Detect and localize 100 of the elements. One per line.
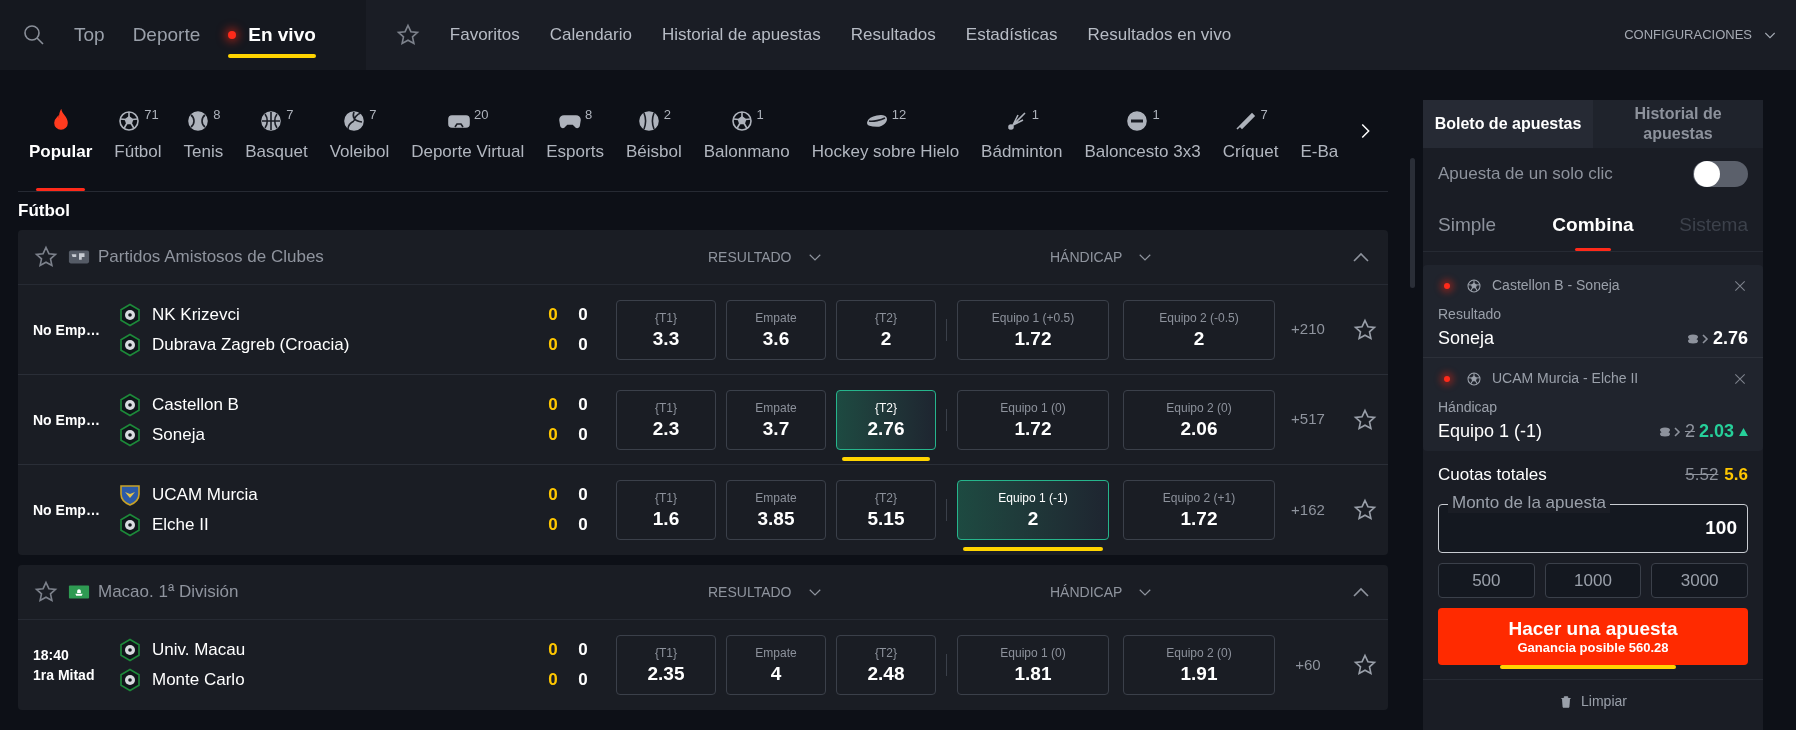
bet-type-label[interactable]: Combina <box>1552 211 1634 240</box>
odds-label: Equipo 2 (0) <box>1166 399 1232 417</box>
odds-label: {T1} <box>655 309 677 327</box>
odds-label: Empate <box>755 309 797 327</box>
market-dropdown[interactable]: HÁNDICAP <box>1050 246 1123 268</box>
quick-stake-button[interactable]: 1000 <box>1544 563 1642 598</box>
place-bet-button[interactable]: Hacer una apuesta Ganancia posible 560.28 <box>1438 608 1748 665</box>
odds-button[interactable]: {T2} 5.15 <box>836 480 936 540</box>
ball-icon <box>342 109 367 133</box>
team-name: Castellon B <box>152 393 239 416</box>
more-markets-link[interactable]: +517 <box>1275 408 1341 431</box>
more-markets-link[interactable]: +210 <box>1275 318 1341 341</box>
odds-value: 2.06 <box>1180 416 1218 441</box>
nav-tab[interactable]: Top <box>74 20 105 50</box>
star-icon[interactable] <box>1353 498 1377 522</box>
quick-stake-button[interactable]: 500 <box>1438 563 1535 598</box>
slip-tab[interactable]: Boleto de apuestas <box>1423 100 1593 148</box>
sport-count: 20 <box>474 106 489 124</box>
score: 0 <box>547 484 559 507</box>
odds-label: {T1} <box>655 399 677 417</box>
sport-tab[interactable]: 7 Voleibol <box>318 107 401 191</box>
odds-button[interactable]: Empate 3.6 <box>726 299 826 360</box>
odds-button[interactable]: Equipo 1 (0) 1.72 <box>957 389 1109 450</box>
quick-stake-button[interactable]: 3000 <box>1651 563 1748 598</box>
odds-button[interactable]: {T1} 3.3 <box>616 299 716 360</box>
slip-tab[interactable]: Historial de apuestas <box>1593 100 1763 148</box>
team-name: Elche II <box>152 514 209 537</box>
stake-value: 100 <box>1705 516 1737 541</box>
bet-type-label[interactable]: Simple <box>1438 211 1497 240</box>
chevron-up-icon[interactable] <box>1352 252 1370 262</box>
sport-tab[interactable]: 2 Béisbol <box>614 107 693 191</box>
odds-button[interactable]: {T1} 1.6 <box>616 480 716 540</box>
sport-tab[interactable]: 1 Baloncesto 3x3 <box>1073 107 1212 191</box>
nav-link[interactable]: Historial de apuestas <box>662 22 821 48</box>
odds-button[interactable]: Equipo 1 (-1) 2 <box>957 480 1109 540</box>
team-name: Univ. Macau <box>152 639 246 662</box>
odds-button[interactable]: Empate 4 <box>726 635 826 695</box>
league-name[interactable]: Partidos Amistosos de Clubes <box>98 244 618 270</box>
market-dropdown[interactable]: RESULTADO <box>708 581 792 603</box>
sport-label: E-Ba <box>1300 141 1339 163</box>
odds-button[interactable]: {T2} 2.76 <box>836 389 936 450</box>
clear-button[interactable]: Limpiar <box>1559 691 1627 712</box>
odds-button[interactable]: Equipo 1 (0) 1.81 <box>957 635 1109 695</box>
sport-tab[interactable]: Popular <box>18 107 104 191</box>
sport-tab[interactable]: 12 Hockey sobre Hielo <box>800 107 971 191</box>
market-name: Resultado <box>1438 305 1503 324</box>
score: 0 <box>577 669 589 692</box>
sport-tab[interactable]: 1 Bádminton <box>970 107 1074 191</box>
star-icon[interactable] <box>34 245 58 269</box>
sport-tab[interactable]: 8 Tenis <box>172 107 235 191</box>
nav-link[interactable]: Estadísticas <box>965 22 1058 48</box>
nav-link[interactable]: Resultados <box>850 22 936 48</box>
nav-tab[interactable]: Deporte <box>132 20 201 50</box>
odds-button[interactable]: Equipo 2 (-0.5) 2 <box>1123 299 1275 360</box>
scrollbar[interactable] <box>1410 158 1415 288</box>
star-icon[interactable] <box>1353 317 1377 342</box>
score: 0 <box>547 669 559 692</box>
league-name[interactable]: Macao. 1ª División <box>98 579 618 605</box>
sport-tab[interactable]: 7 Críquet <box>1211 107 1290 191</box>
nav-link[interactable]: Favoritos <box>449 22 520 48</box>
odds-button[interactable]: {T2} 2 <box>836 299 936 360</box>
event-name: UCAM Murcia - Elche II <box>1492 369 1640 388</box>
up-triangle-icon <box>1739 427 1748 436</box>
odds-button[interactable]: Equipo 2 (0) 1.91 <box>1123 635 1275 695</box>
toggle-label: Apuesta de un solo clic <box>1438 163 1613 186</box>
odds-button[interactable]: {T1} 2.3 <box>616 389 716 450</box>
chevron-up-icon[interactable] <box>1352 587 1370 597</box>
sport-tab[interactable]: 20 Deporte Virtual <box>400 107 536 191</box>
ball-badge-icon <box>118 302 142 327</box>
sport-tab[interactable]: 71 Fútbol <box>103 107 173 191</box>
star-icon[interactable] <box>34 580 58 604</box>
sport-tab[interactable]: 7 Basquet <box>234 107 319 191</box>
nav-tab[interactable]: En vivo <box>248 20 316 50</box>
odds-button[interactable]: {T1} 2.35 <box>616 635 716 695</box>
star-icon[interactable] <box>1353 653 1377 677</box>
more-markets-link[interactable]: +162 <box>1275 498 1341 522</box>
sport-label: Deporte Virtual <box>411 141 525 163</box>
star-icon[interactable] <box>395 23 420 47</box>
sport-tab[interactable]: 1 Balonmano <box>692 107 801 191</box>
nav-link[interactable]: Calendario <box>549 22 632 48</box>
odds-button[interactable]: Equipo 1 (+0.5) 1.72 <box>957 299 1109 360</box>
odds-button[interactable]: {T2} 2.48 <box>836 635 936 695</box>
sport-tab[interactable]: E-Ba <box>1289 107 1350 191</box>
star-icon[interactable] <box>1353 407 1377 432</box>
settings-menu[interactable]: CONFIGURACIONES <box>1624 25 1752 45</box>
odds-button[interactable]: Equipo 2 (+1) 1.72 <box>1123 480 1275 540</box>
search-icon[interactable] <box>22 23 46 47</box>
odds-button[interactable]: Equipo 2 (0) 2.06 <box>1123 389 1275 450</box>
selected-indicator <box>1575 248 1611 251</box>
odds-button[interactable]: Empate 3.7 <box>726 389 826 450</box>
score: 0 <box>577 639 589 662</box>
more-markets-link[interactable]: +60 <box>1275 653 1341 677</box>
market-dropdown[interactable]: HÁNDICAP <box>1050 581 1123 603</box>
sport-count: 71 <box>144 106 159 124</box>
market-dropdown[interactable]: RESULTADO <box>708 246 792 268</box>
nav-link[interactable]: Resultados en vivo <box>1087 22 1232 48</box>
toggle-switch[interactable] <box>1693 161 1748 187</box>
sport-tab[interactable]: 8 Esports <box>535 107 615 191</box>
odds-button[interactable]: Empate 3.85 <box>726 480 826 540</box>
odds-value: 3.3 <box>652 326 680 351</box>
